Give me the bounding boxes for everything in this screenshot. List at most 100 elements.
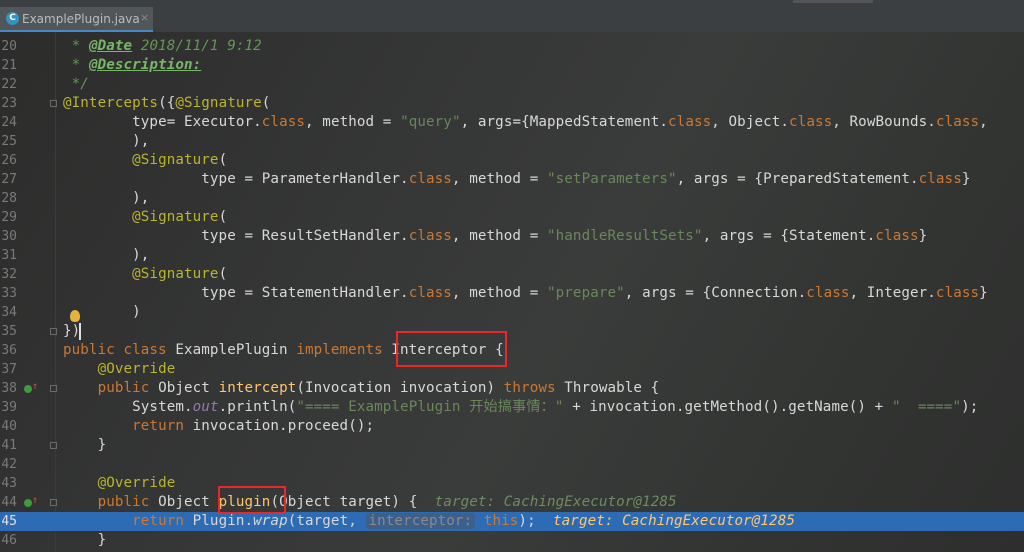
- code-line: 41 }: [0, 436, 1024, 455]
- line-number: 25: [1, 134, 17, 149]
- code-text: }: [63, 437, 107, 453]
- line-number: 27: [1, 172, 17, 187]
- line-number: 28: [1, 191, 17, 206]
- code-text: type= Executor.class, method = "query", …: [132, 114, 988, 130]
- parameter-hint: interceptor:: [365, 513, 476, 529]
- code-line: 30 type = ResultSetHandler.class, method…: [0, 227, 1024, 246]
- line-number: 38: [1, 381, 17, 396]
- code-text: @Signature(: [132, 266, 228, 282]
- line-number: 31: [1, 248, 17, 263]
- code-line: 22 */: [0, 75, 1024, 94]
- code-text: @Signature(: [132, 152, 228, 168]
- line-number: 32: [1, 267, 17, 282]
- code-line: 29 @Signature(: [0, 208, 1024, 227]
- code-line: 24 type= Executor.class, method = "query…: [0, 113, 1024, 132]
- fold-marker-icon[interactable]: [50, 100, 57, 107]
- line-number: 41: [1, 438, 17, 453]
- code-line: 44 ↑ public Object plugin(Object target)…: [0, 493, 1024, 512]
- override-arrow-icon[interactable]: ↑: [32, 381, 38, 392]
- line-number: 22: [1, 77, 17, 92]
- code-line: 26 @Signature(: [0, 151, 1024, 170]
- code-text: @Signature(: [132, 209, 228, 225]
- current-execution-line: 45 return Plugin.wrap(target, intercepto…: [0, 512, 1024, 531]
- highlight-box-plugin: [218, 486, 286, 514]
- code-text: * @Description:: [63, 57, 202, 73]
- code-text: public Object plugin(Object target) { ta…: [97, 494, 677, 510]
- code-line: 37 @Override: [0, 360, 1024, 379]
- fold-marker-icon[interactable]: [50, 442, 57, 449]
- code-text: public Object intercept(Invocation invoc…: [97, 380, 660, 396]
- code-line: 46 }: [0, 531, 1024, 550]
- editor-tab-bar: C ExamplePlugin.java ×: [0, 0, 1024, 33]
- line-number: 46: [1, 533, 17, 548]
- code-line: 23 @Intercepts({@Signature(: [0, 94, 1024, 113]
- code-text: return Plugin.wrap(target, interceptor: …: [132, 513, 795, 529]
- fold-marker-icon[interactable]: [50, 385, 57, 392]
- java-class-icon: C: [6, 12, 19, 25]
- line-number: 40: [1, 419, 17, 434]
- code-text: ),: [63, 190, 150, 206]
- inline-debug-value: target: CachingExecutor@1285: [434, 494, 677, 510]
- code-text: @Intercepts({@Signature(: [63, 95, 271, 111]
- code-line: 35 }): [0, 322, 1024, 341]
- code-line: 32 @Signature(: [0, 265, 1024, 284]
- code-text: ),: [63, 133, 150, 149]
- code-text: * @Date 2018/11/1 9:12: [63, 38, 262, 54]
- code-line: 38 ↑ public Object intercept(Invocation …: [0, 379, 1024, 398]
- line-number: 34: [1, 305, 17, 320]
- line-number: 24: [1, 115, 17, 130]
- highlight-box-interceptor: [396, 331, 507, 367]
- code-line: 20 * @Date 2018/11/1 9:12: [0, 37, 1024, 56]
- override-arrow-icon[interactable]: ↑: [32, 495, 38, 506]
- tab-label: ExamplePlugin.java: [22, 12, 140, 26]
- line-number: 35: [1, 324, 17, 339]
- code-text: return invocation.proceed();: [132, 418, 375, 434]
- fold-marker-icon[interactable]: [50, 328, 57, 335]
- line-number: 20: [1, 39, 17, 54]
- code-line: 39 System.out.println("==== ExamplePlugi…: [0, 398, 1024, 417]
- line-number: 37: [1, 362, 17, 377]
- code-text: System.out.println("==== ExamplePlugin 开…: [132, 399, 979, 415]
- code-line: 28 ),: [0, 189, 1024, 208]
- line-number: 39: [1, 400, 17, 415]
- code-line: 40 return invocation.proceed();: [0, 417, 1024, 436]
- intention-bulb-icon[interactable]: [70, 310, 80, 322]
- code-line: 27 type = ParameterHandler.class, method…: [0, 170, 1024, 189]
- line-number: 42: [1, 457, 17, 472]
- code-text: }: [63, 532, 107, 548]
- line-number: 36: [1, 343, 17, 358]
- code-line: 21 * @Description:: [0, 56, 1024, 75]
- code-line: 33 type = StatementHandler.class, method…: [0, 284, 1024, 303]
- code-line: 25 ),: [0, 132, 1024, 151]
- implements-method-icon[interactable]: [24, 385, 32, 393]
- text-caret: [79, 323, 81, 340]
- toolbar-edge: [793, 0, 873, 3]
- line-number: 23: [1, 96, 17, 111]
- line-number: 26: [1, 153, 17, 168]
- code-text: ),: [63, 247, 150, 263]
- line-number: 43: [1, 476, 17, 491]
- line-number: 33: [1, 286, 17, 301]
- line-number: 21: [1, 58, 17, 73]
- implements-method-icon[interactable]: [24, 499, 32, 507]
- line-number: 45: [1, 514, 17, 529]
- code-text: */: [63, 76, 89, 92]
- tab-examplepluginjava[interactable]: C ExamplePlugin.java ×: [0, 7, 153, 32]
- code-text: @Override: [97, 475, 176, 491]
- line-number: 30: [1, 229, 17, 244]
- code-text: }): [63, 323, 81, 339]
- code-line: 34 ): [0, 303, 1024, 322]
- code-text: type = StatementHandler.class, method = …: [201, 285, 988, 301]
- code-line: 43 @Override: [0, 474, 1024, 493]
- code-line: 31 ),: [0, 246, 1024, 265]
- code-editor[interactable]: 20 * @Date 2018/11/1 9:12 21 * @Descript…: [0, 32, 1024, 552]
- code-text: type = ResultSetHandler.class, method = …: [201, 228, 928, 244]
- line-number: 44: [1, 495, 17, 510]
- close-tab-icon[interactable]: ×: [140, 11, 149, 24]
- line-number: 29: [1, 210, 17, 225]
- code-text: @Override: [97, 361, 176, 377]
- code-text: type = ParameterHandler.class, method = …: [201, 171, 971, 187]
- inline-debug-value: target: CachingExecutor@1285: [553, 513, 795, 529]
- fold-marker-icon[interactable]: [50, 499, 57, 506]
- code-line: 36 public class ExamplePlugin implements…: [0, 341, 1024, 360]
